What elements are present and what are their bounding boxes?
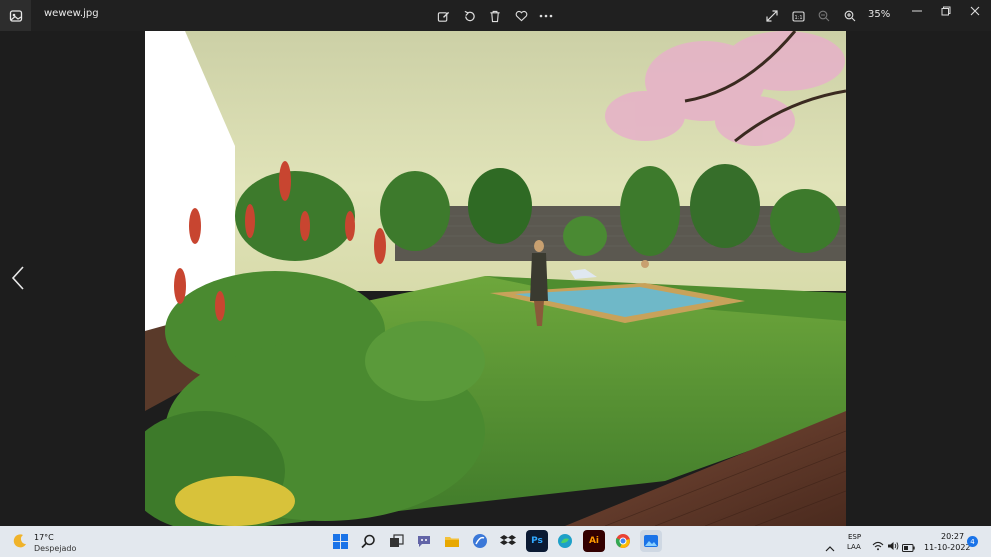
chevron-up-icon[interactable] bbox=[825, 537, 835, 556]
image-viewer bbox=[0, 31, 991, 526]
wifi-icon[interactable] bbox=[872, 536, 884, 555]
minimize-icon[interactable] bbox=[906, 0, 928, 22]
file-name: wewew.jpg bbox=[44, 8, 99, 19]
edge-browser-icon[interactable] bbox=[554, 530, 576, 552]
chrome-browser-icon[interactable] bbox=[612, 530, 634, 552]
windows-start-icon[interactable] bbox=[329, 530, 351, 552]
input-layout[interactable]: LAA bbox=[847, 543, 861, 551]
zoom-out-icon[interactable] bbox=[813, 5, 835, 27]
search-icon[interactable] bbox=[357, 530, 379, 552]
clock-time[interactable]: 20:27 bbox=[941, 532, 964, 541]
rotate-icon[interactable] bbox=[458, 5, 480, 27]
actual-size-icon[interactable]: 1:1 bbox=[787, 5, 809, 27]
favorite-icon[interactable] bbox=[510, 5, 532, 27]
input-language[interactable]: ESP bbox=[848, 533, 861, 541]
battery-icon[interactable] bbox=[902, 537, 915, 556]
close-icon[interactable] bbox=[964, 0, 986, 22]
teams-chat-icon[interactable] bbox=[413, 530, 435, 552]
svg-text:1:1: 1:1 bbox=[794, 15, 802, 21]
previous-image-icon[interactable] bbox=[6, 263, 30, 293]
photoshop-icon[interactable]: Ps bbox=[526, 530, 548, 552]
volume-icon[interactable] bbox=[887, 536, 899, 555]
notification-badge[interactable]: 4 bbox=[967, 536, 978, 547]
restore-icon[interactable] bbox=[935, 0, 957, 22]
clock-date[interactable]: 11-10-2022 bbox=[924, 543, 971, 552]
delete-icon[interactable] bbox=[484, 5, 506, 27]
garden-rendering-image bbox=[145, 31, 846, 526]
more-icon[interactable] bbox=[535, 5, 557, 27]
task-view-icon[interactable] bbox=[385, 530, 407, 552]
moon-weather-icon[interactable] bbox=[12, 533, 28, 553]
app-blue-icon[interactable] bbox=[469, 530, 491, 552]
zoom-in-icon[interactable] bbox=[839, 5, 861, 27]
taskbar: 17°C Despejado Ps Ai ESP LAA 20:27 11-10… bbox=[0, 526, 991, 557]
file-explorer-icon[interactable] bbox=[441, 530, 463, 552]
zoom-level[interactable]: 35% bbox=[868, 9, 890, 20]
photos-app-icon[interactable] bbox=[0, 0, 31, 31]
dropbox-icon[interactable] bbox=[497, 530, 519, 552]
title-bar: wewew.jpg 1:1 35% bbox=[0, 0, 991, 31]
illustrator-icon[interactable]: Ai bbox=[583, 530, 605, 552]
photos-taskbar-icon[interactable] bbox=[640, 530, 662, 552]
weather-description[interactable]: Despejado bbox=[34, 544, 76, 553]
weather-temperature[interactable]: 17°C bbox=[34, 533, 54, 542]
edit-image-icon[interactable] bbox=[432, 5, 454, 27]
fullscreen-icon[interactable] bbox=[761, 5, 783, 27]
